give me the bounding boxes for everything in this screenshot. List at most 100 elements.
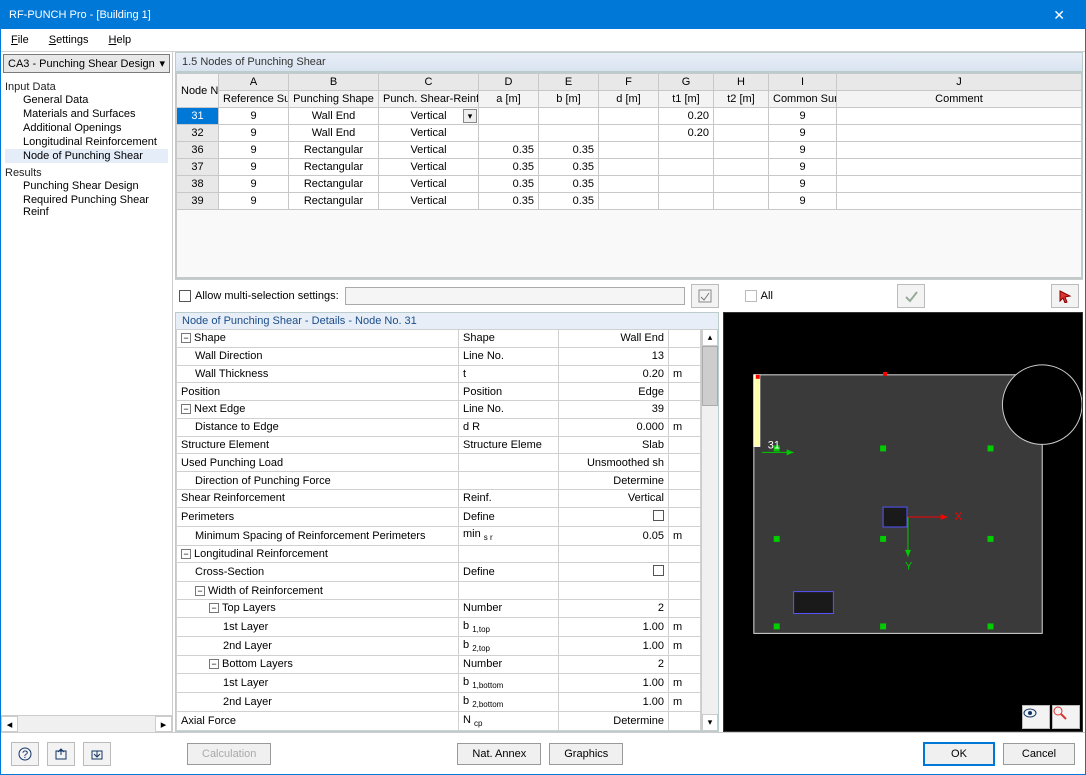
detail-value[interactable]: Vertical (559, 489, 669, 507)
detail-value[interactable]: Determine (559, 711, 669, 730)
close-icon[interactable]: ✕ (1041, 3, 1077, 28)
detail-value[interactable]: Wall End (559, 330, 669, 348)
cell[interactable]: 0.35 (539, 159, 599, 176)
collapse-icon[interactable]: − (195, 586, 205, 596)
cell[interactable]: 31 (177, 108, 219, 125)
detail-value[interactable] (559, 545, 669, 563)
detail-row[interactable]: Wall Thicknesst0.20m (177, 365, 701, 383)
all-checkbox[interactable]: All (745, 290, 773, 302)
zoom-icon[interactable] (1052, 705, 1080, 729)
cell[interactable]: Rectangular (289, 176, 379, 193)
cell[interactable]: 0.20 (659, 125, 714, 142)
cell[interactable] (714, 159, 769, 176)
cell[interactable] (539, 125, 599, 142)
nav-node-punching[interactable]: Node of Punching Shear (5, 149, 168, 163)
cell[interactable] (659, 142, 714, 159)
apply-icon[interactable] (897, 284, 925, 308)
nav-long-reinf[interactable]: Longitudinal Reinforcement (5, 135, 168, 149)
cell[interactable] (479, 125, 539, 142)
scroll-down-icon[interactable]: ▾ (702, 714, 718, 731)
details-vscroll[interactable]: ▴ ▾ (701, 329, 718, 731)
cell[interactable]: Vertical (379, 159, 479, 176)
graphics-button[interactable]: Graphics (549, 743, 623, 765)
cell[interactable]: 0.35 (539, 193, 599, 210)
cell[interactable]: 9 (769, 125, 837, 142)
detail-row[interactable]: Structure ElementStructure ElemeSlab (177, 436, 701, 454)
cell[interactable]: 0.35 (479, 193, 539, 210)
collapse-icon[interactable]: − (209, 603, 219, 613)
cell[interactable]: Vertical (379, 142, 479, 159)
cell[interactable] (599, 142, 659, 159)
detail-row[interactable]: 1st Layerb 1,top1.00m (177, 617, 701, 636)
nav-general-data[interactable]: General Data (5, 93, 168, 107)
collapse-icon[interactable]: − (181, 404, 191, 414)
cell[interactable] (837, 193, 1082, 210)
cell[interactable]: 9 (219, 193, 289, 210)
detail-row[interactable]: Distance to Edged R0.000m (177, 418, 701, 436)
detail-value[interactable]: 2 (559, 655, 669, 673)
scroll-up-icon[interactable]: ▴ (702, 329, 718, 346)
menu-help[interactable]: Help (105, 32, 136, 48)
detail-row[interactable]: Cross-SectionDefine (177, 563, 701, 582)
detail-value[interactable]: 2 (559, 600, 669, 618)
detail-value[interactable]: 0.20 (559, 365, 669, 383)
cell[interactable] (599, 159, 659, 176)
cell[interactable] (599, 193, 659, 210)
help-icon[interactable]: ? (11, 742, 39, 766)
table-row[interactable]: 329Wall EndVertical0.209 (177, 125, 1082, 142)
cell[interactable]: Vertical (379, 125, 479, 142)
detail-value[interactable]: Slab (559, 436, 669, 454)
detail-row[interactable]: 1st Layerb 1,bottom1.00m (177, 673, 701, 692)
export-icon[interactable] (47, 742, 75, 766)
sidebar-hscroll[interactable]: ◂ ▸ (1, 715, 172, 732)
detail-row[interactable]: −Bottom LayersNumber2 (177, 655, 701, 673)
detail-row[interactable]: Direction of Punching ForceDetermine (177, 472, 701, 490)
cell[interactable] (659, 159, 714, 176)
cell[interactable] (659, 193, 714, 210)
cell[interactable]: Wall End (289, 108, 379, 125)
detail-row[interactable]: PerimetersDefine (177, 507, 701, 526)
scroll-left-icon[interactable]: ◂ (1, 716, 18, 732)
scroll-thumb[interactable] (702, 346, 718, 406)
detail-value[interactable] (559, 563, 669, 582)
cell[interactable]: 39 (177, 193, 219, 210)
cell[interactable] (599, 108, 659, 125)
cell[interactable]: 9 (219, 125, 289, 142)
calculation-button[interactable]: Calculation (187, 743, 271, 765)
detail-row[interactable]: 2nd Layerb 2,top1.00m (177, 636, 701, 655)
detail-value[interactable]: 0.05 (559, 526, 669, 545)
cell[interactable]: 0.35 (479, 176, 539, 193)
import-icon[interactable] (83, 742, 111, 766)
checkbox-icon[interactable] (653, 510, 664, 521)
cell[interactable]: 36 (177, 142, 219, 159)
cell[interactable] (714, 176, 769, 193)
detail-row[interactable]: Shear ReinforcementReinf.Vertical (177, 489, 701, 507)
details-table[interactable]: −ShapeShapeWall EndWall DirectionLine No… (176, 329, 701, 731)
cell[interactable]: 0.35 (479, 142, 539, 159)
detail-value[interactable]: 0.000 (559, 418, 669, 436)
cell[interactable] (599, 176, 659, 193)
detail-row[interactable]: Wall DirectionLine No.13 (177, 347, 701, 365)
cell[interactable] (714, 125, 769, 142)
cell[interactable]: 9 (769, 176, 837, 193)
cell[interactable]: Vertical▾ (379, 108, 479, 125)
cell[interactable]: Rectangular (289, 142, 379, 159)
detail-row[interactable]: PositionPositionEdge (177, 383, 701, 401)
model-preview[interactable]: X Y 31 (723, 312, 1083, 732)
detail-value[interactable]: Unsmoothed sh (559, 454, 669, 472)
cell[interactable]: Rectangular (289, 193, 379, 210)
detail-value[interactable]: 1.00 (559, 617, 669, 636)
table-row[interactable]: 389RectangularVertical0.350.359 (177, 176, 1082, 193)
chevron-down-icon[interactable]: ▾ (463, 109, 477, 123)
cell[interactable] (837, 125, 1082, 142)
table-row[interactable]: 369RectangularVertical0.350.359 (177, 142, 1082, 159)
nav-results-design[interactable]: Punching Shear Design (5, 179, 168, 193)
detail-value[interactable] (559, 507, 669, 526)
cell[interactable] (837, 142, 1082, 159)
cell[interactable] (479, 108, 539, 125)
cell[interactable]: Vertical (379, 193, 479, 210)
cell[interactable] (599, 125, 659, 142)
table-row[interactable]: 399RectangularVertical0.350.359 (177, 193, 1082, 210)
detail-row[interactable]: −Width of Reinforcement (177, 582, 701, 600)
cell[interactable]: Wall End (289, 125, 379, 142)
